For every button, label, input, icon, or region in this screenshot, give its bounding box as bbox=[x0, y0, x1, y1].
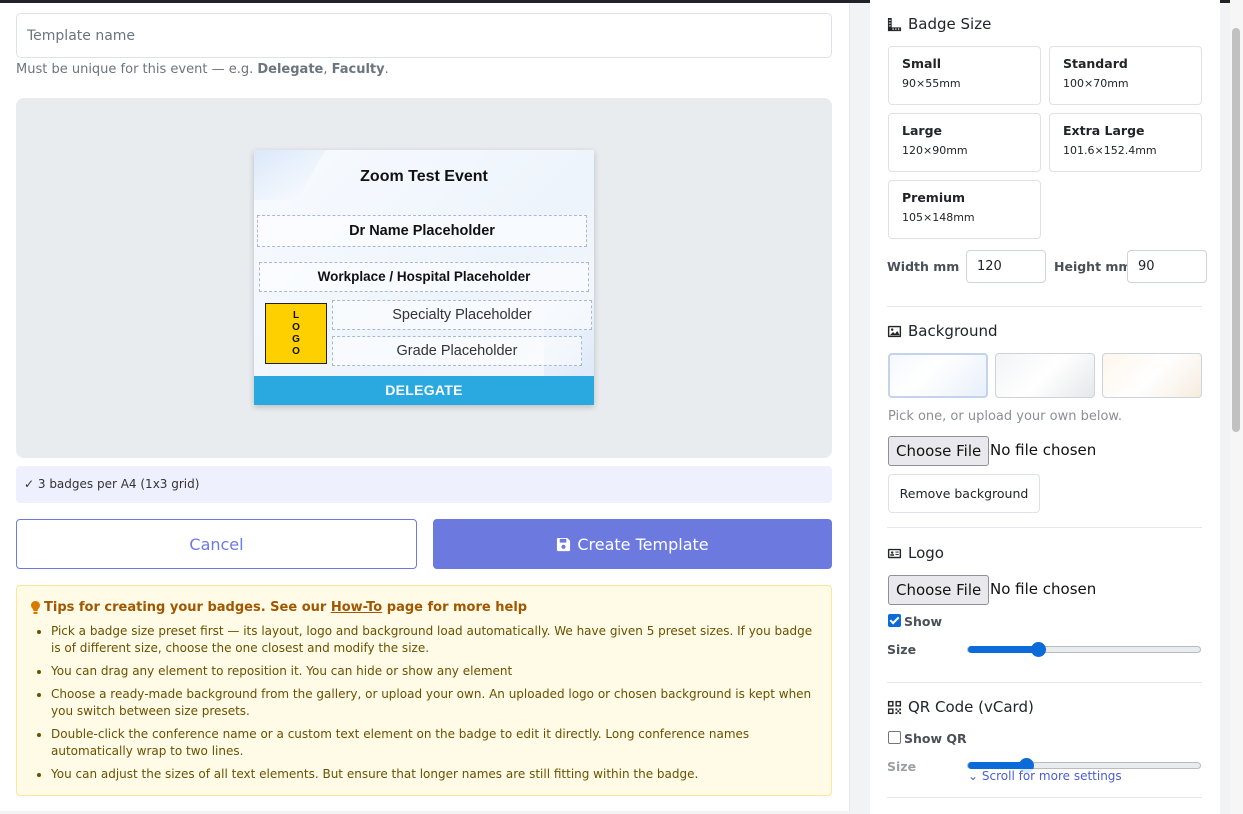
tip-item: Choose a ready-made background from the … bbox=[51, 686, 815, 720]
preset-dimensions: 100×70mm bbox=[1063, 77, 1129, 90]
slider-fill bbox=[968, 762, 1026, 769]
tip-item: You can drag any element to reposition i… bbox=[51, 663, 815, 680]
tips-list: Pick a badge size preset first — its lay… bbox=[31, 623, 815, 783]
width-input[interactable] bbox=[966, 250, 1046, 283]
badge-preview-area: Zoom Test Event Dr Name Placeholder Work… bbox=[16, 98, 832, 458]
size-preset-small[interactable]: Small 90×55mm bbox=[888, 46, 1041, 105]
divider bbox=[887, 682, 1202, 683]
image-icon bbox=[887, 325, 902, 337]
logo-file-status: No file chosen bbox=[990, 580, 1097, 598]
tip-item: You can adjust the sizes of all text ele… bbox=[51, 766, 815, 783]
logo-heading: Logo bbox=[887, 544, 944, 562]
preset-dimensions: 90×55mm bbox=[902, 77, 961, 90]
background-option-2[interactable] bbox=[995, 353, 1095, 398]
size-preset-standard[interactable]: Standard 100×70mm bbox=[1049, 46, 1202, 105]
preset-name: Premium bbox=[902, 190, 966, 205]
divider bbox=[887, 797, 1202, 798]
badge-workplace-field[interactable]: Workplace / Hospital Placeholder bbox=[259, 262, 589, 292]
badge-specialty-field[interactable]: Specialty Placeholder bbox=[332, 300, 592, 330]
slider-thumb[interactable] bbox=[1030, 642, 1046, 657]
divider bbox=[887, 306, 1202, 307]
width-label: Width mm bbox=[887, 259, 960, 274]
badge-event-name[interactable]: Zoom Test Event bbox=[254, 168, 594, 186]
hint-example-delegate: Delegate bbox=[257, 62, 324, 77]
slider-fill bbox=[968, 646, 1038, 653]
height-label: Height mm bbox=[1054, 259, 1132, 274]
hint-example-faculty: Faculty bbox=[331, 62, 385, 77]
create-template-label: Create Template bbox=[577, 534, 709, 554]
tip-item: Double-click the conference name or a cu… bbox=[51, 726, 815, 760]
badge-preview: Zoom Test Event Dr Name Placeholder Work… bbox=[254, 150, 594, 405]
background-file-status: No file chosen bbox=[990, 441, 1097, 459]
size-preset-large[interactable]: Large 120×90mm bbox=[888, 113, 1041, 172]
preset-name: Extra Large bbox=[1063, 123, 1145, 138]
height-input[interactable] bbox=[1127, 250, 1207, 283]
qr-show-checkbox[interactable] bbox=[888, 731, 901, 744]
badge-logo[interactable]: LOGO bbox=[265, 303, 327, 364]
preset-dimensions: 120×90mm bbox=[902, 144, 968, 157]
divider bbox=[887, 527, 1202, 528]
logo-placeholder-text: LOGO bbox=[290, 309, 302, 358]
preset-name: Large bbox=[902, 123, 942, 138]
preset-name: Small bbox=[902, 56, 942, 71]
qr-size-label: Size bbox=[887, 759, 917, 774]
tips-title: Tips for creating your badges. See our H… bbox=[31, 600, 815, 615]
scroll-more-hint[interactable]: ⌄ Scroll for more settings bbox=[968, 769, 1122, 783]
preset-dimensions: 101.6×152.4mm bbox=[1063, 144, 1157, 157]
how-to-link[interactable]: How-To bbox=[331, 600, 382, 615]
logo-size-slider[interactable] bbox=[967, 642, 1201, 657]
tips-box: Tips for creating your badges. See our H… bbox=[16, 585, 832, 796]
qr-show-label: Show QR bbox=[904, 731, 967, 746]
remove-background-button[interactable]: Remove background bbox=[888, 474, 1040, 513]
page-scrollbar[interactable] bbox=[1230, 0, 1243, 814]
badge-name-field[interactable]: Dr Name Placeholder bbox=[257, 215, 587, 247]
template-name-input[interactable] bbox=[16, 13, 832, 58]
logo-show-label: Show bbox=[904, 614, 943, 629]
size-preset-premium[interactable]: Premium 105×148mm bbox=[888, 180, 1041, 239]
badge-grade-field[interactable]: Grade Placeholder bbox=[332, 336, 582, 366]
logo-show-checkbox[interactable] bbox=[888, 614, 901, 627]
logo-size-label: Size bbox=[887, 642, 917, 657]
scrollbar-thumb[interactable] bbox=[1232, 28, 1240, 432]
lightbulb-icon bbox=[31, 601, 40, 614]
ruler-icon bbox=[887, 17, 902, 31]
background-hint: Pick one, or upload your own below. bbox=[888, 409, 1122, 424]
background-heading: Background bbox=[887, 322, 998, 340]
qr-size-slider[interactable] bbox=[967, 758, 1201, 773]
tip-item: Pick a badge size preset first — its lay… bbox=[51, 623, 815, 657]
create-template-button[interactable]: Create Template bbox=[433, 519, 832, 569]
badge-size-heading: Badge Size bbox=[887, 15, 991, 33]
logo-choose-file-button[interactable]: Choose File bbox=[888, 575, 990, 605]
badge-ribbon[interactable]: DELEGATE bbox=[254, 376, 594, 405]
background-option-3[interactable] bbox=[1102, 353, 1202, 398]
template-name-hint: Must be unique for this event — e.g. Del… bbox=[16, 62, 389, 77]
background-choose-file-button[interactable]: Choose File bbox=[888, 436, 990, 466]
preset-dimensions: 105×148mm bbox=[902, 211, 975, 224]
badges-per-page-note: ✓ 3 badges per A4 (1x3 grid) bbox=[16, 466, 832, 503]
preset-name: Standard bbox=[1063, 56, 1128, 71]
background-option-1[interactable] bbox=[888, 353, 988, 398]
save-icon bbox=[557, 537, 571, 551]
id-card-icon bbox=[887, 548, 902, 558]
chevron-down-icon: ⌄ bbox=[968, 769, 979, 783]
qr-code-icon bbox=[887, 700, 902, 714]
cancel-button[interactable]: Cancel bbox=[16, 519, 417, 569]
size-preset-extra-large[interactable]: Extra Large 101.6×152.4mm bbox=[1049, 113, 1202, 172]
qr-code-heading: QR Code (vCard) bbox=[887, 698, 1034, 716]
